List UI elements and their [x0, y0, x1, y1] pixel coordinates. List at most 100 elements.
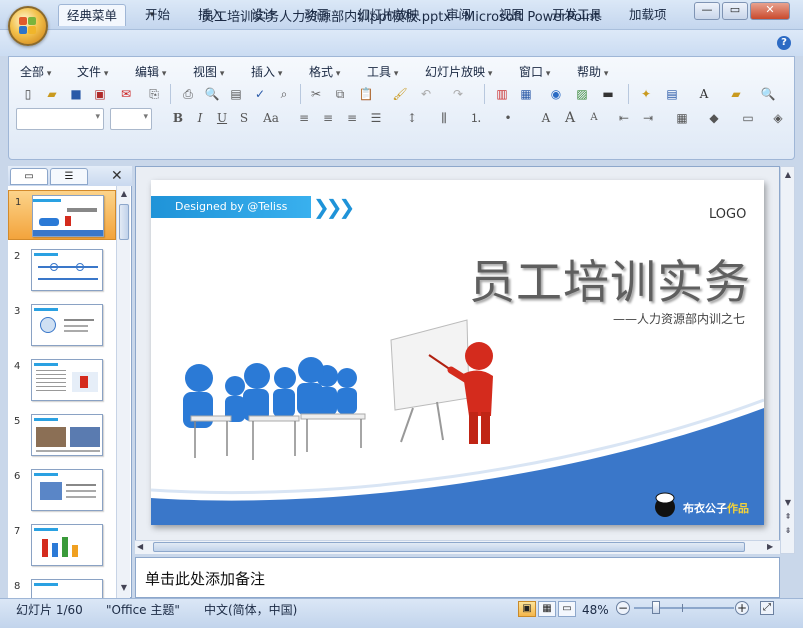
shape-fill-icon[interactable]: ◈	[768, 108, 788, 128]
bold-icon[interactable]: B	[168, 108, 188, 128]
slide-thumbnail[interactable]: 2	[8, 245, 116, 295]
slide-canvas[interactable]: ❯❯❯ Designed by @Teliss LOGO 员工培训实务 ——人力…	[151, 180, 764, 525]
menu-file[interactable]: 文件	[77, 63, 108, 80]
picture-icon[interactable]: ▨	[572, 84, 592, 104]
tab-view[interactable]: 视图	[491, 4, 532, 26]
spelling-icon[interactable]: ✓	[250, 84, 270, 104]
outline-tab-icon[interactable]: ☰	[50, 168, 88, 185]
align-left-icon[interactable]: ≡	[294, 108, 314, 128]
zoom-icon[interactable]: 🔍	[758, 84, 778, 104]
menu-window[interactable]: 窗口	[519, 63, 550, 80]
scroll-right-icon[interactable]: ▶	[767, 542, 773, 551]
menu-view[interactable]: 视图	[193, 63, 224, 80]
hyperlink-icon[interactable]: ◉	[546, 84, 566, 104]
permission-icon[interactable]: ▣	[90, 84, 110, 104]
fit-to-window-icon[interactable]: ⤢	[760, 601, 774, 615]
new-slide-icon[interactable]: ✦	[636, 84, 656, 104]
save-icon[interactable]: ■	[66, 84, 86, 104]
menu-help[interactable]: 帮助	[577, 63, 608, 80]
scroll-thumb[interactable]	[153, 542, 745, 552]
slides-tab-icon[interactable]: ▭	[10, 168, 48, 185]
font-size-combo[interactable]	[110, 108, 152, 130]
align-center-icon[interactable]: ≡	[318, 108, 338, 128]
tab-home[interactable]: 开始	[137, 4, 178, 26]
slide-vertical-scrollbar[interactable]: ▲ ▼ ⇞ ⇟	[780, 166, 795, 554]
minimize-button[interactable]: —	[694, 2, 720, 20]
slide-thumbnail[interactable]: 3	[8, 300, 116, 350]
align-right-icon[interactable]: ≡	[342, 108, 362, 128]
tab-slideshow[interactable]: 幻灯片放映	[349, 4, 428, 26]
theme-name[interactable]: "Office 主题"	[106, 602, 180, 618]
office-button[interactable]	[8, 6, 48, 46]
tab-review[interactable]: 审阅	[438, 4, 479, 26]
table-icon[interactable]: ▦	[516, 84, 536, 104]
quick-styles-icon[interactable]: ▭	[738, 108, 758, 128]
menu-tools[interactable]: 工具	[367, 63, 398, 80]
print-preview-icon[interactable]: 🔍	[202, 84, 222, 104]
thumbnail-scrollbar[interactable]: ▲ ▼	[116, 186, 130, 598]
layout-icon[interactable]: ▤	[662, 84, 682, 104]
next-slide-icon[interactable]: ⇟	[782, 525, 794, 537]
font-name-combo[interactable]	[16, 108, 104, 130]
tab-developer[interactable]: 开发工具	[544, 4, 610, 26]
slide-thumbnail[interactable]: 7	[8, 520, 116, 570]
language-indicator[interactable]: 中文(简体，中国)	[204, 602, 297, 618]
tab-design[interactable]: 设计	[243, 4, 284, 26]
bullets-icon[interactable]: •	[498, 108, 518, 128]
textbox-icon[interactable]: A	[694, 84, 714, 104]
slide-thumbnail[interactable]: 8	[8, 575, 116, 598]
fill-color-icon[interactable]: ▬	[598, 84, 618, 104]
menu-all[interactable]: 全部	[20, 63, 51, 80]
new-icon[interactable]: ▯	[18, 84, 38, 104]
scroll-up-icon[interactable]: ▲	[118, 188, 130, 200]
zoom-out-icon[interactable]: −	[616, 601, 630, 615]
zoom-slider-thumb[interactable]	[652, 601, 660, 614]
change-case-icon[interactable]: Aa	[258, 108, 284, 128]
scroll-down-icon[interactable]: ▼	[118, 582, 130, 594]
export-icon[interactable]: ⎘	[144, 84, 164, 104]
slide-thumbnail[interactable]: 5	[8, 410, 116, 460]
tab-animations[interactable]: 动画	[296, 4, 337, 26]
zoom-level[interactable]: 48%	[582, 602, 609, 618]
columns-icon[interactable]: ⫼	[434, 108, 454, 128]
tab-insert[interactable]: 插入	[190, 4, 231, 26]
slide-thumbnail[interactable]: 6	[8, 465, 116, 515]
slide-horizontal-scrollbar[interactable]: ◀ ▶	[135, 540, 780, 554]
line-spacing-icon[interactable]: ↕	[402, 108, 422, 128]
menu-slideshow[interactable]: 幻灯片放映	[425, 63, 492, 80]
shapes-icon[interactable]: ◆	[704, 108, 724, 128]
format-painter-icon[interactable]: 🖌	[390, 84, 410, 104]
slides-icon[interactable]: ▤	[226, 84, 246, 104]
zoom-slider-track[interactable]	[634, 607, 734, 609]
numbering-icon[interactable]: ⒈	[466, 108, 486, 128]
chart-icon[interactable]: ▥	[492, 84, 512, 104]
close-button[interactable]: ✕	[750, 2, 790, 20]
font-color-icon[interactable]: A	[536, 108, 556, 128]
arrange-icon[interactable]: ▦	[672, 108, 692, 128]
menu-edit[interactable]: 编辑	[135, 63, 166, 80]
maximize-button[interactable]: ▭	[722, 2, 748, 20]
tab-classic-menu[interactable]: 经典菜单	[58, 4, 127, 26]
scroll-up-icon[interactable]: ▲	[782, 169, 794, 181]
slide-sorter-icon[interactable]: ▦	[538, 601, 556, 617]
slideshow-view-icon[interactable]: ▭	[558, 601, 576, 617]
copy-icon[interactable]: ⧉	[330, 84, 350, 104]
research-icon[interactable]: ⌕	[274, 84, 294, 104]
close-panel-icon[interactable]: ✕	[111, 168, 123, 184]
print-icon[interactable]: ⎙	[178, 84, 198, 104]
shadow-icon[interactable]: S	[234, 108, 254, 128]
scroll-left-icon[interactable]: ◀	[137, 542, 143, 551]
previous-slide-icon[interactable]: ⇞	[782, 511, 794, 523]
normal-view-icon[interactable]: ▣	[518, 601, 536, 617]
paste-icon[interactable]: 📋	[356, 84, 376, 104]
shrink-font-icon[interactable]: A	[584, 108, 604, 128]
increase-indent-icon[interactable]: ⇥	[638, 108, 658, 128]
notes-placeholder[interactable]: 单击此处添加备注	[145, 568, 265, 589]
menu-format[interactable]: 格式	[309, 63, 340, 80]
decrease-indent-icon[interactable]: ⇤	[614, 108, 634, 128]
menu-insert[interactable]: 插入	[251, 63, 282, 80]
scroll-down-icon[interactable]: ▼	[782, 497, 794, 509]
justify-icon[interactable]: ☰	[366, 108, 386, 128]
tab-addins[interactable]: 加载项	[621, 4, 675, 26]
zoom-in-icon[interactable]: +	[735, 601, 749, 615]
